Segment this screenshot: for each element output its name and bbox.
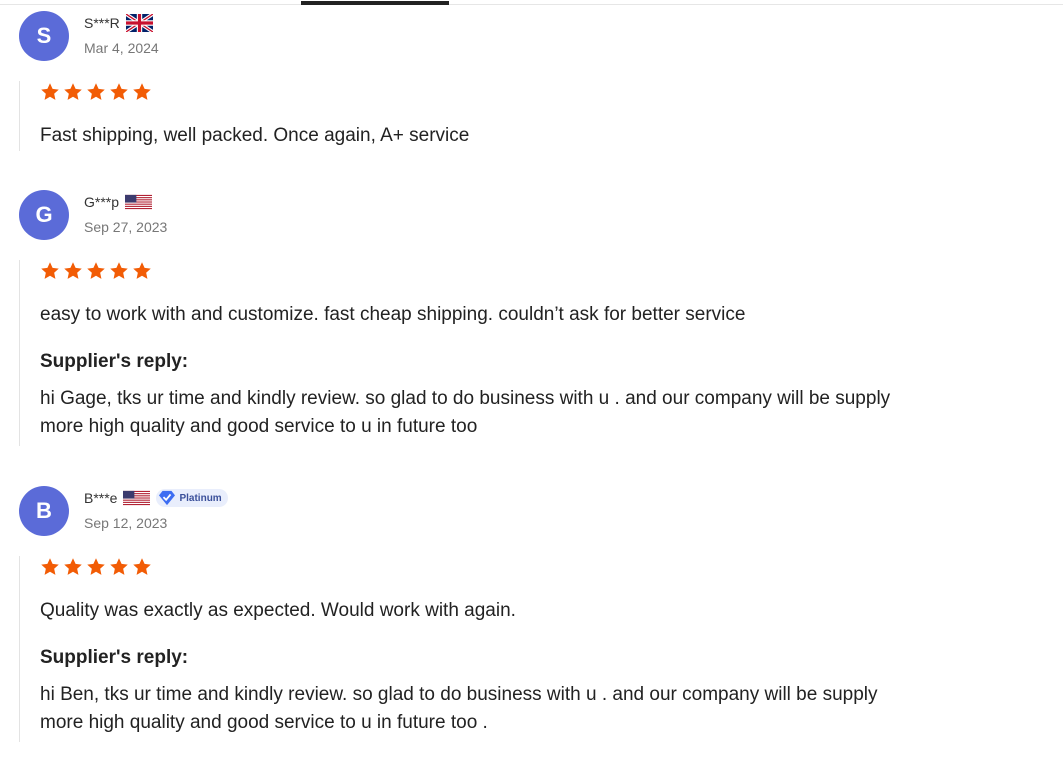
supplier-reply-label: Supplier's reply: bbox=[40, 351, 189, 372]
star-icon bbox=[64, 558, 82, 575]
supplier-reply-text: hi Gage, tks ur time and kindly review. … bbox=[40, 385, 1020, 441]
badge-label: Platinum bbox=[179, 492, 222, 504]
platinum-badge: Platinum bbox=[156, 489, 228, 507]
review-text: easy to work with and customize. fast ch… bbox=[40, 304, 746, 325]
avatar-initial: B bbox=[36, 498, 52, 523]
star-icon bbox=[87, 558, 105, 575]
star-icon bbox=[41, 262, 59, 279]
reviewer-name-row: G***p bbox=[84, 193, 153, 211]
star-icon bbox=[87, 262, 105, 279]
reviewer-name: G***p bbox=[84, 194, 120, 210]
review-date: Sep 12, 2023 bbox=[84, 515, 168, 531]
supplier-reply-line: hi Ben, tks ur time and kindly review. s… bbox=[40, 684, 878, 705]
uk-flag-icon bbox=[125, 14, 153, 32]
active-tab-indicator bbox=[301, 1, 449, 5]
reviewer-name-row: B***e Platinum bbox=[84, 489, 228, 507]
avatar: B bbox=[19, 486, 69, 536]
star-icon bbox=[64, 262, 82, 279]
review-date: Sep 27, 2023 bbox=[84, 219, 168, 235]
star-icon bbox=[133, 558, 151, 575]
star-icon bbox=[41, 83, 59, 100]
reviewer-name: B***e bbox=[84, 490, 118, 506]
verified-diamond-icon bbox=[159, 490, 176, 506]
supplier-reply-text: hi Ben, tks ur time and kindly review. s… bbox=[40, 681, 1020, 737]
review-body: Quality was exactly as expected. Would w… bbox=[19, 556, 1020, 742]
star-icon bbox=[64, 83, 82, 100]
us-flag-icon bbox=[125, 194, 153, 210]
reviewer-name: S***R bbox=[84, 15, 120, 31]
star-icon bbox=[110, 83, 128, 100]
star-icon bbox=[110, 558, 128, 575]
star-rating bbox=[40, 261, 1020, 281]
supplier-reply-line: more high quality and good service to u … bbox=[40, 712, 488, 733]
star-icon bbox=[110, 262, 128, 279]
star-rating bbox=[40, 82, 1020, 102]
reviewer-name-row: S***R bbox=[84, 14, 153, 32]
review-text: Fast shipping, well packed. Once again, … bbox=[40, 125, 470, 146]
review-body: Fast shipping, well packed. Once again, … bbox=[19, 81, 1020, 151]
supplier-reply-line: more high quality and good service to u … bbox=[40, 416, 478, 437]
review-text: Quality was exactly as expected. Would w… bbox=[40, 600, 516, 621]
star-icon bbox=[133, 262, 151, 279]
us-flag-icon bbox=[123, 490, 151, 506]
avatar: G bbox=[19, 190, 69, 240]
avatar-initial: S bbox=[36, 23, 52, 48]
review-date: Mar 4, 2024 bbox=[84, 40, 159, 56]
tab-divider bbox=[0, 4, 1063, 5]
star-icon bbox=[133, 83, 151, 100]
avatar-initial: G bbox=[35, 202, 53, 227]
star-icon bbox=[41, 558, 59, 575]
supplier-reply-line: hi Gage, tks ur time and kindly review. … bbox=[40, 388, 891, 409]
star-rating bbox=[40, 557, 1020, 577]
review-body: easy to work with and customize. fast ch… bbox=[19, 260, 1020, 446]
supplier-reply-label: Supplier's reply: bbox=[40, 647, 189, 668]
avatar: S bbox=[19, 11, 69, 61]
star-icon bbox=[87, 83, 105, 100]
